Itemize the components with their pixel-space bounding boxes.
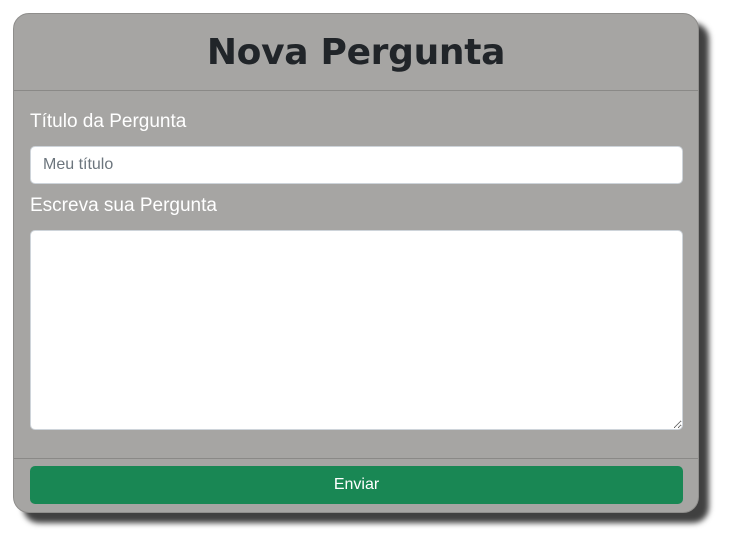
- page-title: Nova Pergunta: [206, 31, 506, 73]
- question-body-label: Escreva sua Pergunta: [30, 195, 217, 216]
- card-header: Nova Pergunta: [14, 14, 698, 91]
- card-body: Título da Pergunta Escreva sua Pergunta: [14, 91, 698, 458]
- question-form-card: Nova Pergunta Título da Pergunta Escreva…: [13, 13, 699, 513]
- card-footer: Enviar: [14, 458, 698, 512]
- submit-button[interactable]: Enviar: [30, 466, 683, 504]
- question-body-textarea[interactable]: [30, 230, 683, 430]
- question-title-label: Título da Pergunta: [30, 111, 187, 132]
- question-title-input[interactable]: [30, 146, 683, 184]
